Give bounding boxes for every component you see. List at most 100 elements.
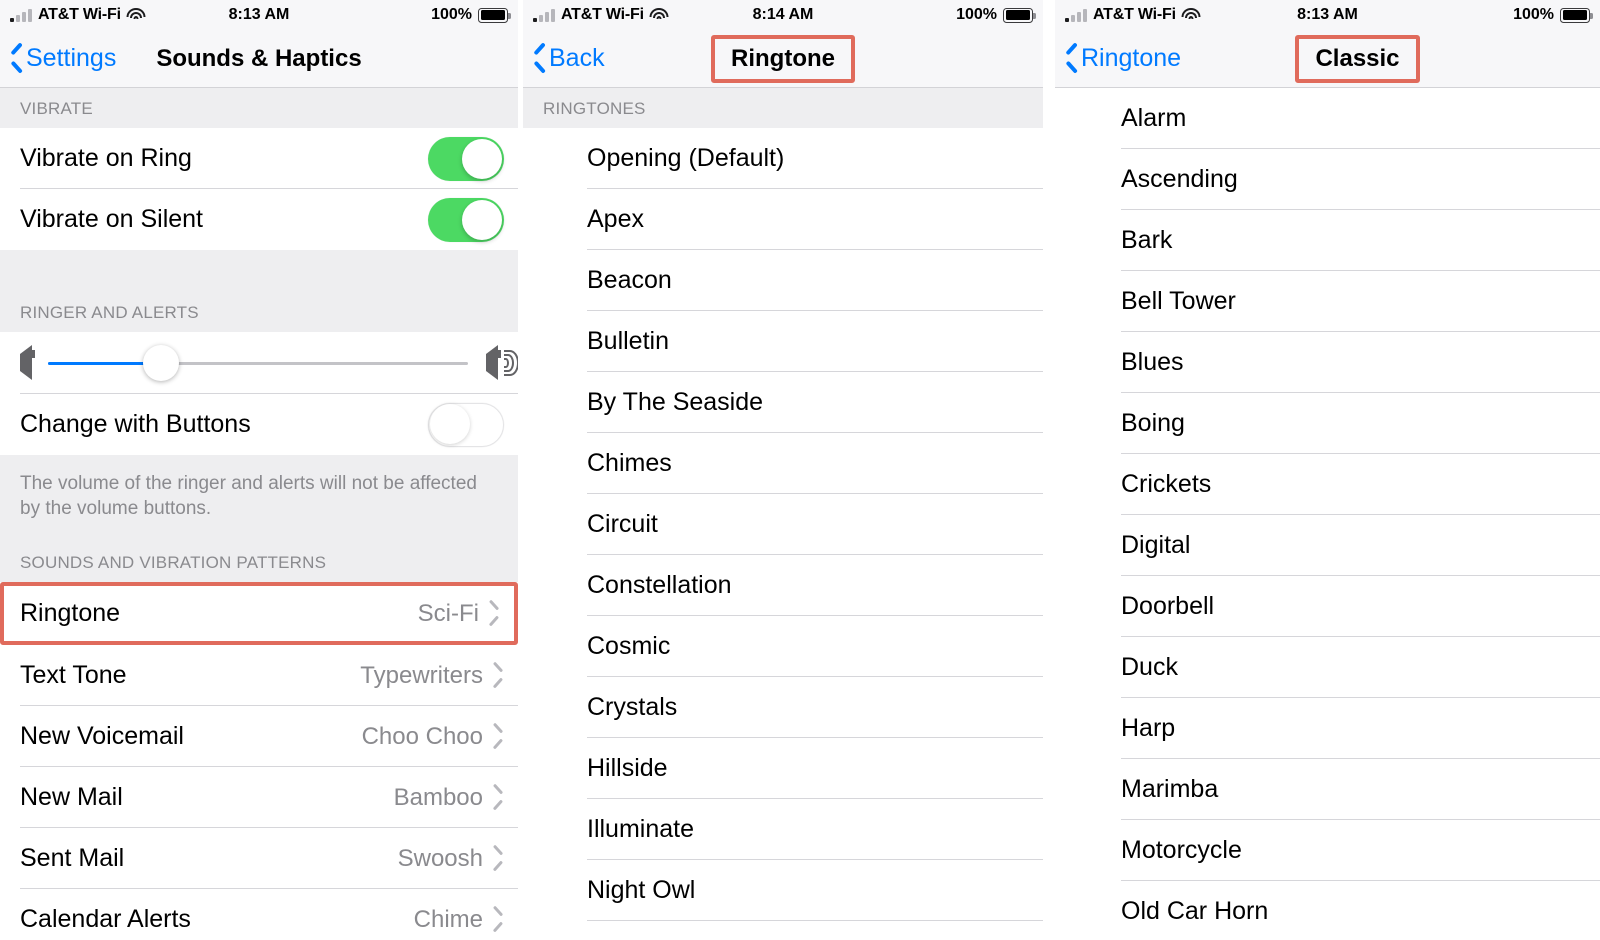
classic-list: Alarm Ascending Bark Bell Tower Blues Bo… <box>1055 88 1600 940</box>
list-item-label: Marimba <box>1121 775 1219 803</box>
chevron-right-icon <box>493 849 504 868</box>
chevron-left-icon <box>533 47 546 70</box>
chevron-right-icon <box>489 604 500 623</box>
list-item[interactable]: Beacon <box>523 250 1043 311</box>
row-ringtone[interactable]: Ringtone Sci-Fi <box>0 582 518 645</box>
status-bar-left: AT&T Wi-Fi <box>1065 6 1201 24</box>
list-item[interactable]: Blues <box>1055 332 1600 393</box>
row-calendar-alerts[interactable]: Calendar Alerts Chime <box>0 889 518 940</box>
list-item[interactable]: Cosmic <box>523 616 1043 677</box>
list-item[interactable]: Chimes <box>523 433 1043 494</box>
list-item-label: Chimes <box>587 449 672 477</box>
list-item[interactable]: Opening (Default) <box>523 128 1043 189</box>
back-button-ringtone[interactable]: Ringtone <box>1065 44 1181 73</box>
status-bar-right: 100% <box>1513 6 1593 24</box>
list-item[interactable]: Circuit <box>523 494 1043 555</box>
list-item[interactable]: Illuminate <box>523 799 1043 860</box>
volume-slider-knob[interactable] <box>143 345 180 381</box>
list-item-label: Circuit <box>587 510 658 538</box>
list-item-label: Old Car Horn <box>1121 897 1269 925</box>
list-item[interactable]: Old Car Horn <box>1055 881 1600 940</box>
list-item[interactable]: Boing <box>1055 393 1600 454</box>
list-item-label: Bark <box>1121 226 1173 254</box>
row-value: Bamboo <box>393 783 483 811</box>
row-vibrate-on-ring[interactable]: Vibrate on Ring <box>0 128 518 189</box>
volume-slider-track[interactable] <box>48 345 468 381</box>
row-new-mail[interactable]: New Mail Bamboo <box>0 767 518 828</box>
section-header-sounds-and-vibration-patterns: SOUNDS AND VIBRATION PATTERNS <box>0 525 518 582</box>
battery-percent-label: 100% <box>956 6 997 23</box>
list-item[interactable]: Bell Tower <box>1055 271 1600 332</box>
row-value: Typewriters <box>360 661 483 689</box>
list-item[interactable]: Duck <box>1055 637 1600 698</box>
back-button-settings[interactable]: Settings <box>10 44 116 73</box>
list-item-label: Hillside <box>587 754 668 782</box>
toggle-change-with-buttons[interactable] <box>428 402 504 447</box>
list-item[interactable]: Ascending <box>1055 149 1600 210</box>
list-item[interactable]: Bulletin <box>523 311 1043 372</box>
list-item-label: Cosmic <box>587 632 671 660</box>
list-item-label: Motorcycle <box>1121 836 1242 864</box>
list-item[interactable]: Crystals <box>523 677 1043 738</box>
ringer-volume-slider-row[interactable] <box>0 332 518 394</box>
chevron-right-icon <box>493 666 504 685</box>
list-item[interactable]: Night Owl <box>523 860 1043 921</box>
chevron-right-icon <box>493 788 504 807</box>
back-button-label: Ringtone <box>1081 44 1182 72</box>
list-item[interactable]: Marimba <box>1055 759 1600 820</box>
row-label: Text Tone <box>20 661 127 689</box>
row-label: Sent Mail <box>20 844 125 872</box>
back-button-label: Settings <box>26 44 117 72</box>
chevron-left-icon <box>10 47 23 70</box>
section-gap <box>0 250 518 292</box>
list-item-label: Opening (Default) <box>587 144 785 172</box>
panel-divider <box>1043 0 1055 940</box>
battery-percent-label: 100% <box>1513 6 1554 23</box>
list-item[interactable]: Harp <box>1055 698 1600 759</box>
list-item[interactable]: By The Seaside <box>523 372 1043 433</box>
row-value: Swoosh <box>397 844 483 872</box>
list-item[interactable]: Doorbell <box>1055 576 1600 637</box>
page-title-label: Ringtone <box>711 34 855 83</box>
list-item-label: Boing <box>1121 409 1185 437</box>
carrier-label: AT&T Wi-Fi <box>38 6 121 23</box>
list-item[interactable]: Digital <box>1055 515 1600 576</box>
row-label: Vibrate on Silent <box>20 205 203 233</box>
page-title-label: Classic <box>1295 34 1420 83</box>
list-item[interactable]: Constellation <box>523 555 1043 616</box>
row-change-with-buttons[interactable]: Change with Buttons <box>0 394 518 455</box>
toggle-vibrate-on-silent[interactable] <box>428 197 504 242</box>
chevron-right-icon <box>493 910 504 929</box>
row-label: New Voicemail <box>20 722 184 750</box>
ringer-footnote: The volume of the ringer and alerts will… <box>0 455 518 525</box>
list-item-label: Harp <box>1121 714 1176 742</box>
list-item[interactable]: Alarm <box>1055 88 1600 149</box>
list-item[interactable]: Crickets <box>1055 454 1600 515</box>
back-button[interactable]: Back <box>533 44 605 73</box>
sounds-rows: Ringtone Sci-Fi Text Tone Typewriters Ne… <box>0 582 518 940</box>
wifi-icon <box>126 8 146 22</box>
list-item[interactable]: Apex <box>523 189 1043 250</box>
row-text-tone[interactable]: Text Tone Typewriters <box>0 645 518 706</box>
row-label: Calendar Alerts <box>20 905 191 933</box>
row-sent-mail[interactable]: Sent Mail Swoosh <box>0 828 518 889</box>
list-item-label: By The Seaside <box>587 388 764 416</box>
battery-full-icon <box>478 7 511 23</box>
battery-percent-label: 100% <box>431 6 472 23</box>
list-item[interactable]: Bark <box>1055 210 1600 271</box>
list-item-label: Crystals <box>587 693 678 721</box>
toggle-vibrate-on-ring[interactable] <box>428 136 504 181</box>
row-new-voicemail[interactable]: New Voicemail Choo Choo <box>0 706 518 767</box>
list-item-label: Ascending <box>1121 165 1238 193</box>
list-item[interactable]: Hillside <box>523 738 1043 799</box>
row-vibrate-on-silent[interactable]: Vibrate on Silent <box>0 189 518 250</box>
ringtone-list: Opening (Default) Apex Beacon Bulletin B… <box>523 128 1043 921</box>
speaker-low-icon <box>20 345 32 380</box>
list-item-label: Duck <box>1121 653 1178 681</box>
row-label: Ringtone <box>20 599 121 627</box>
battery-full-icon <box>1560 7 1593 23</box>
status-bar: AT&T Wi-Fi 8:13 AM 100% <box>0 0 518 30</box>
navigation-bar: Settings Sounds & Haptics <box>0 30 518 88</box>
status-bar-left: AT&T Wi-Fi <box>533 6 669 24</box>
list-item[interactable]: Motorcycle <box>1055 820 1600 881</box>
